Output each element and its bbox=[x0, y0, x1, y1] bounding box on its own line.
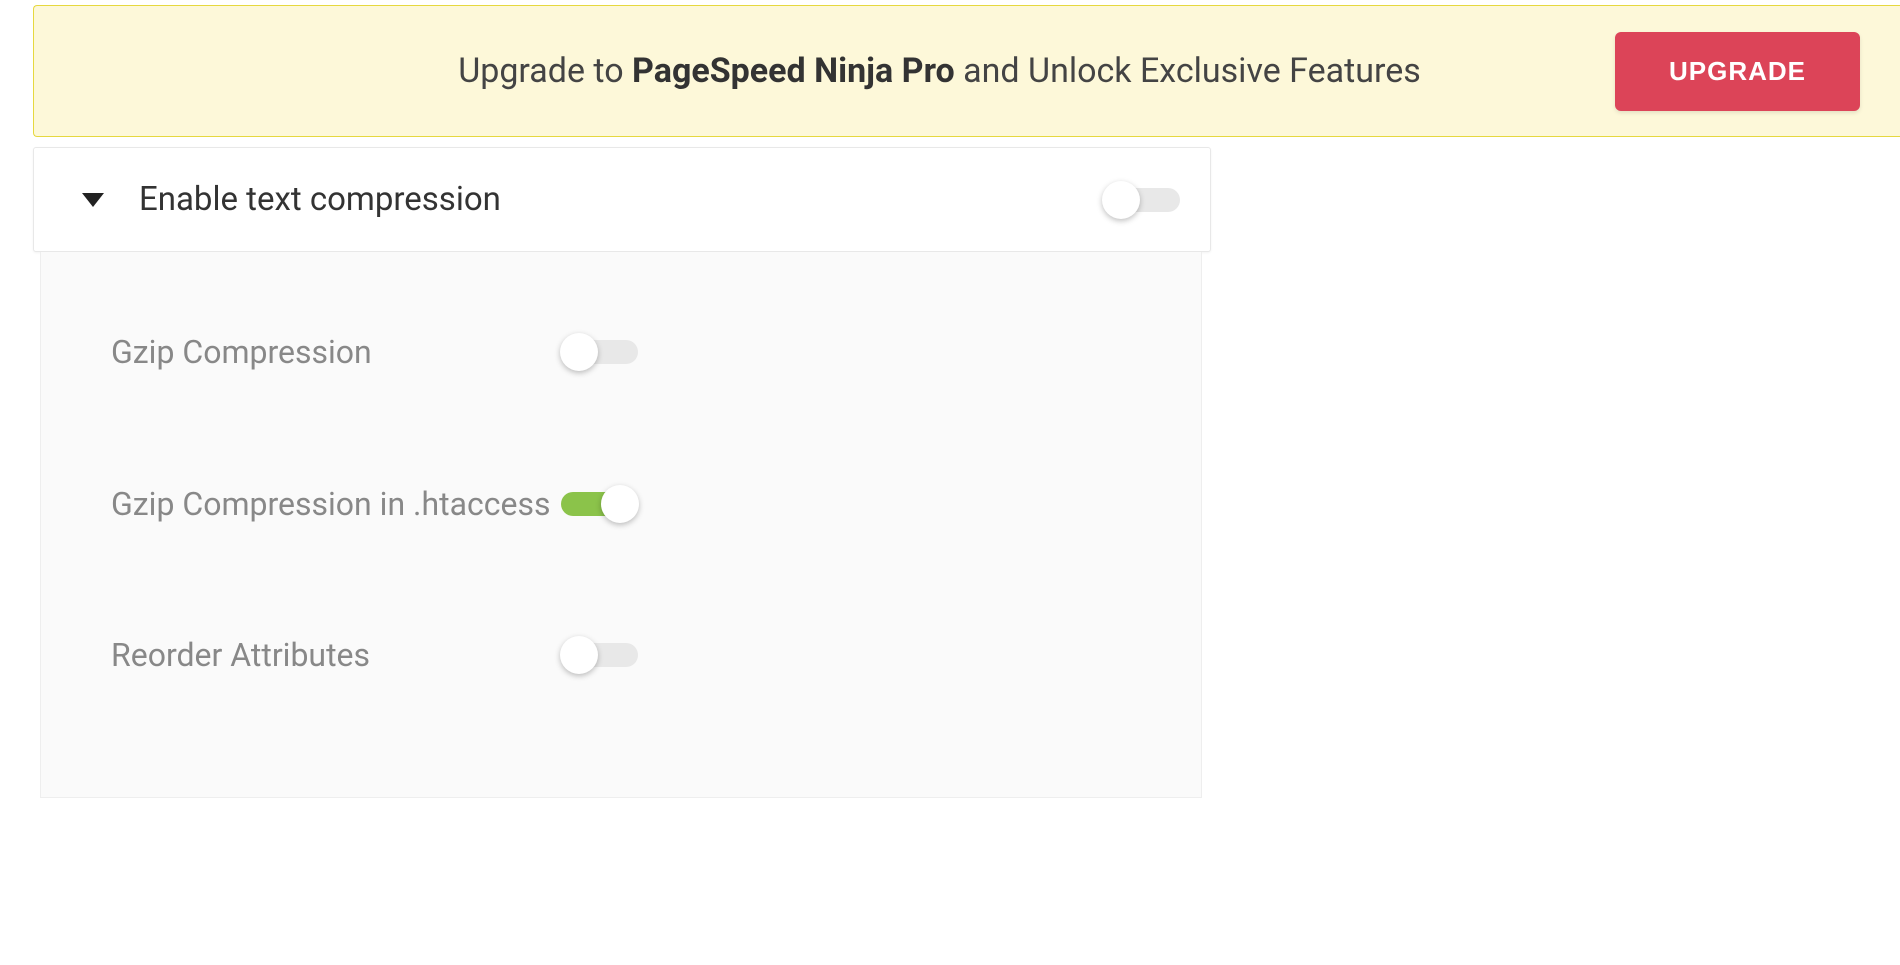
setting-row-gzip-compression: Gzip Compression bbox=[111, 332, 1131, 374]
upgrade-button[interactable]: UPGRADE bbox=[1615, 32, 1860, 111]
setting-label: Gzip Compression in .htaccess bbox=[111, 484, 561, 526]
panel-main-toggle[interactable] bbox=[1103, 188, 1180, 212]
upgrade-text-suffix: and Unlock Exclusive Features bbox=[955, 51, 1421, 91]
toggle-knob bbox=[560, 636, 598, 674]
setting-row-gzip-htaccess: Gzip Compression in .htaccess bbox=[111, 484, 1131, 526]
upgrade-text-prefix: Upgrade to bbox=[458, 51, 632, 91]
gzip-htaccess-toggle[interactable] bbox=[561, 492, 638, 516]
setting-row-reorder-attributes: Reorder Attributes bbox=[111, 635, 1131, 677]
toggle-knob bbox=[560, 333, 598, 371]
panel-body: Gzip Compression Gzip Compression in .ht… bbox=[40, 252, 1202, 798]
chevron-down-icon bbox=[82, 193, 104, 207]
setting-label: Gzip Compression bbox=[111, 332, 561, 374]
reorder-attributes-toggle[interactable] bbox=[561, 643, 638, 667]
upgrade-banner-text: Upgrade to PageSpeed Ninja Pro and Unloc… bbox=[324, 51, 1555, 91]
setting-label: Reorder Attributes bbox=[111, 635, 561, 677]
toggle-knob bbox=[1102, 181, 1140, 219]
upgrade-banner: Upgrade to PageSpeed Ninja Pro and Unloc… bbox=[33, 5, 1900, 137]
toggle-knob bbox=[601, 485, 639, 523]
panel-title: Enable text compression bbox=[139, 180, 1103, 219]
upgrade-text-bold: PageSpeed Ninja Pro bbox=[632, 51, 955, 91]
panel-header[interactable]: Enable text compression bbox=[33, 147, 1211, 252]
gzip-compression-toggle[interactable] bbox=[561, 340, 638, 364]
